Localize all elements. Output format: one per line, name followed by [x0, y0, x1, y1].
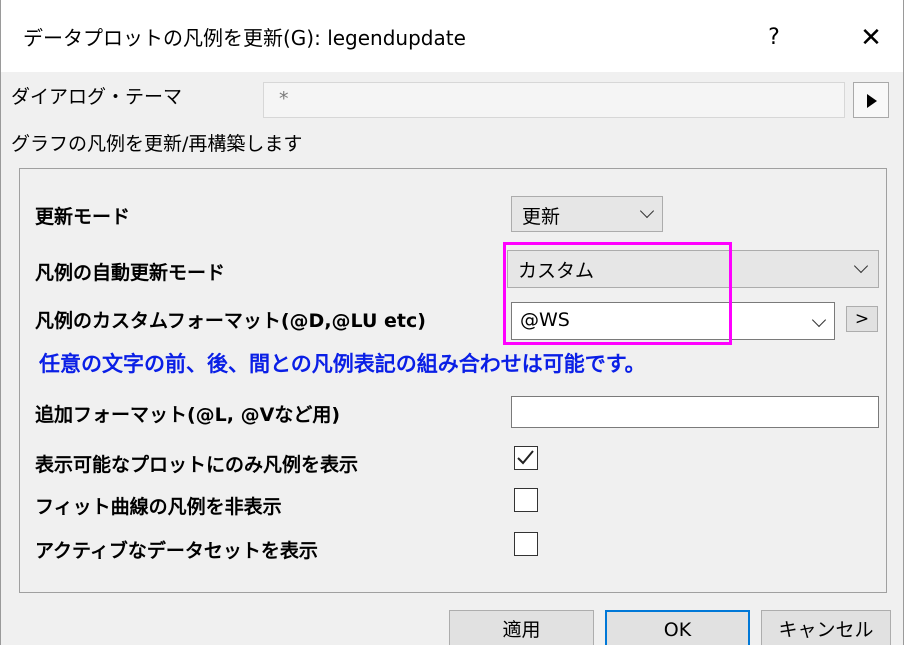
dialog-window: データプロットの凡例を更新(G): legendupdate ? ✕ ダイアログ…	[0, 0, 904, 645]
auto-update-mode-value: カスタム	[518, 260, 595, 282]
settings-panel	[19, 168, 887, 593]
hide-fit-label: フィット曲線の凡例を非表示	[35, 496, 282, 518]
update-mode-label: 更新モード	[35, 206, 131, 228]
custom-format-expand-button[interactable]: >	[846, 306, 878, 332]
window-title: データプロットの凡例を更新(G): legendupdate	[23, 26, 466, 50]
checkmark-icon	[517, 450, 534, 465]
custom-format-value: @WS	[520, 309, 570, 331]
chevron-down-icon	[639, 203, 655, 219]
help-button[interactable]: ?	[749, 18, 799, 58]
visible-only-label: 表示可能なプロットにのみ凡例を表示	[35, 454, 359, 476]
dialog-theme-field[interactable]	[263, 82, 845, 118]
format-hint-note: 任意の文字の前、後、間との凡例表記の組み合わせは可能です。	[39, 352, 646, 376]
chevron-down-icon	[811, 312, 827, 328]
hide-fit-checkbox[interactable]	[514, 488, 538, 512]
visible-only-checkbox[interactable]	[514, 446, 538, 470]
apply-button[interactable]: 適用	[449, 610, 594, 645]
dialog-description: グラフの凡例を更新/再構築します	[11, 133, 303, 155]
extra-format-label: 追加フォーマット(@L, @Vなど用)	[35, 404, 341, 426]
update-mode-select[interactable]: 更新	[511, 196, 663, 232]
chevron-down-icon	[853, 258, 869, 274]
title-bar: データプロットの凡例を更新(G): legendupdate ? ✕	[1, 0, 903, 72]
custom-format-label: 凡例のカスタムフォーマット(@D,@LU etc)	[35, 310, 426, 332]
dialog-theme-value: *	[279, 88, 289, 110]
dialog-theme-label: ダイアログ・テーマ	[11, 86, 183, 108]
theme-menu-button[interactable]	[853, 82, 889, 118]
auto-update-mode-label: 凡例の自動更新モード	[35, 262, 226, 284]
update-mode-value: 更新	[522, 206, 561, 228]
cancel-button[interactable]: キャンセル	[761, 610, 891, 645]
extra-format-input[interactable]	[511, 396, 879, 428]
auto-update-mode-select[interactable]: カスタム	[507, 250, 879, 288]
play-arrow-icon	[867, 94, 877, 108]
show-active-checkbox[interactable]	[514, 532, 538, 556]
custom-format-combo[interactable]: @WS	[511, 302, 835, 340]
show-active-label: アクティブなデータセットを表示	[35, 540, 318, 562]
ok-button[interactable]: OK	[605, 610, 750, 645]
close-button[interactable]: ✕	[846, 18, 896, 58]
